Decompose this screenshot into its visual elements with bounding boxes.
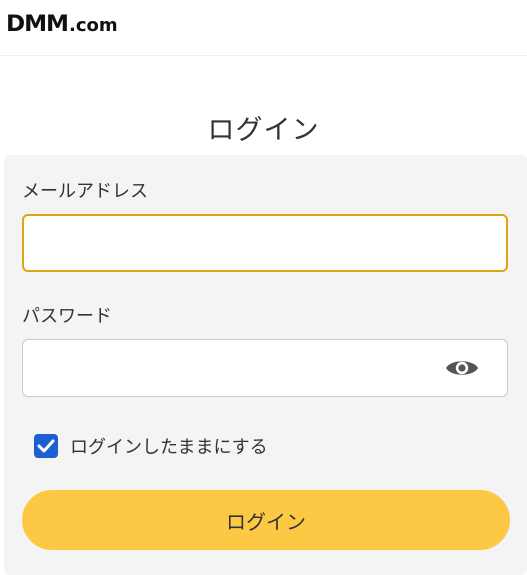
remember-me-checkbox[interactable]: [34, 434, 58, 458]
remember-me-label: ログインしたままにする: [70, 437, 268, 458]
password-label: パスワード: [22, 306, 112, 327]
logo-suffix: .com: [69, 15, 118, 36]
email-label: メールアドレス: [22, 181, 148, 202]
dmm-logo[interactable]: DMM .com: [6, 12, 118, 37]
eye-icon[interactable]: [444, 353, 480, 383]
remember-me-toggle[interactable]: ログインしたままにする: [34, 433, 268, 459]
page-title: ログイン: [207, 115, 320, 147]
login-form-card: メールアドレス パスワード ログインしたままにする ログイン: [4, 155, 527, 575]
password-field[interactable]: [22, 339, 508, 397]
logo-text: DMM: [6, 12, 69, 37]
checkmark-icon: [37, 439, 55, 453]
email-field[interactable]: [22, 214, 508, 272]
login-button[interactable]: ログイン: [22, 490, 510, 550]
site-header: DMM .com: [0, 0, 527, 56]
